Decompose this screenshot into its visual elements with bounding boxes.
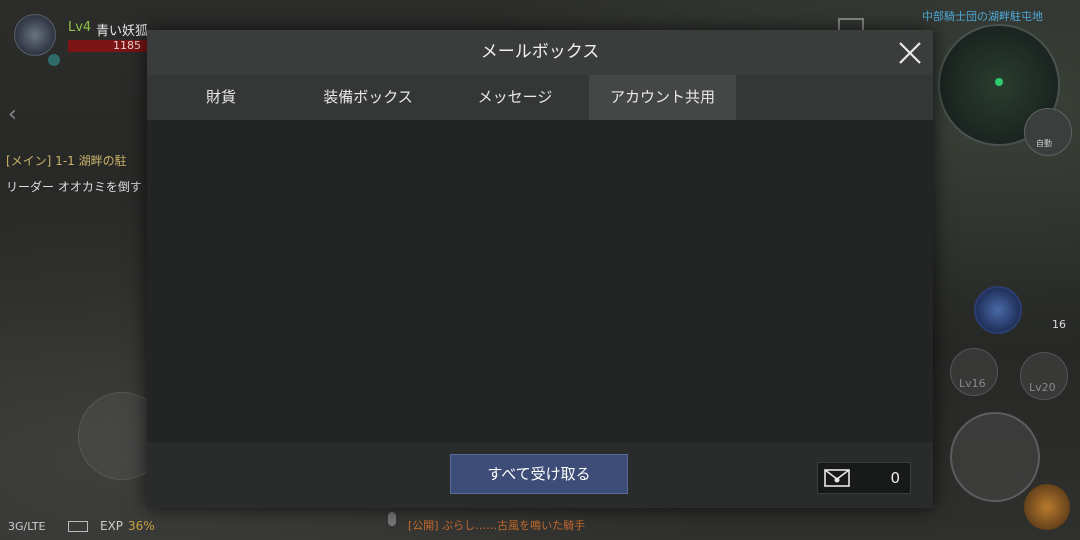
quest-title[interactable]: [メイン] 1-1 湖畔の駐 xyxy=(6,152,127,169)
dialog-footer: すべて受け取る 0 xyxy=(147,442,933,508)
skill-slot-locked-lv16[interactable]: Lv16 xyxy=(950,348,998,396)
tab-bar: 財貨 装備ボックス メッセージ アカウント共用 xyxy=(147,75,933,120)
close-icon xyxy=(899,42,921,64)
exp-label: EXP xyxy=(100,519,124,533)
close-button[interactable] xyxy=(897,40,923,66)
player-marker-icon xyxy=(995,78,1003,86)
skill-slot-locked-lv20[interactable]: Lv20 xyxy=(1020,352,1068,400)
chat-line[interactable]: [公開] ぶらし……古風を鳴いた騎手 xyxy=(408,517,585,533)
mail-count-badge: 0 xyxy=(817,462,911,494)
hp-value: 1185 xyxy=(113,39,141,52)
guild-emblem-icon[interactable] xyxy=(14,14,56,56)
skill-lv20-label: Lv20 xyxy=(1029,381,1056,394)
mic-icon[interactable] xyxy=(388,512,396,526)
tab-messages[interactable]: メッセージ xyxy=(441,75,589,120)
mail-list xyxy=(147,120,933,442)
claim-all-button[interactable]: すべて受け取る xyxy=(450,454,628,494)
quest-description[interactable]: リーダー オオカミを倒す xyxy=(6,178,142,195)
exp-value: 36% xyxy=(128,519,155,533)
tab-equipment-box[interactable]: 装備ボックス xyxy=(295,75,441,120)
compass-skill-icon[interactable] xyxy=(974,286,1022,334)
attack-button[interactable] xyxy=(950,412,1040,502)
dialog-title: メールボックス xyxy=(147,30,933,75)
player-name: 青い妖狐 xyxy=(96,24,149,39)
shop-icon[interactable] xyxy=(1024,484,1070,530)
auto-label: 自動 xyxy=(1036,139,1052,148)
battery-icon xyxy=(68,521,88,532)
shield-icon xyxy=(48,54,60,66)
chevron-left-icon[interactable]: ‹ xyxy=(8,102,17,127)
player-level: Lv4 xyxy=(68,20,92,35)
tab-account-shared[interactable]: アカウント共用 xyxy=(589,75,736,120)
mailbox-dialog: メールボックス 財貨 装備ボックス メッセージ アカウント共用 すべて受け取る … xyxy=(147,30,933,508)
mail-count-value: 0 xyxy=(890,469,900,487)
tab-currency[interactable]: 財貨 xyxy=(147,75,295,120)
potion-count: 16 xyxy=(1052,318,1066,331)
mail-icon xyxy=(824,469,850,487)
zone-name: 中部騎士団の湖畔駐屯地 xyxy=(922,10,1043,23)
network-status: 3G/LTE xyxy=(8,520,46,533)
skill-lv16-label: Lv16 xyxy=(959,377,986,390)
